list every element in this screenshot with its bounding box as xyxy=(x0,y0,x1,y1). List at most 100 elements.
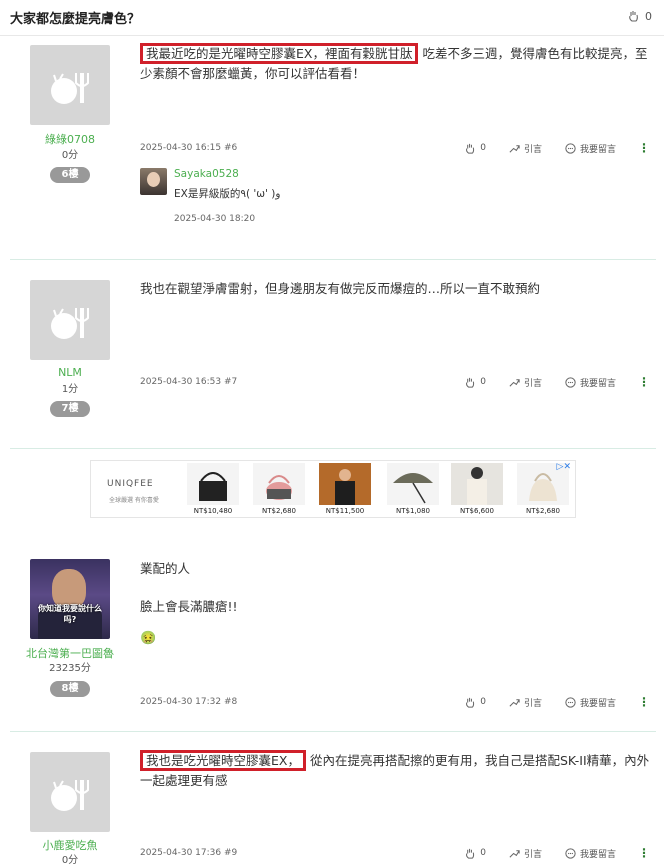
topic-title: 大家都怎麼提亮膚色？ xyxy=(10,12,141,27)
comment-icon xyxy=(565,142,576,154)
more-options-icon[interactable]: ⋮ xyxy=(638,375,650,389)
floor-badge: 6樓 xyxy=(50,167,90,183)
ad-product[interactable]: NT$6,600 xyxy=(451,463,503,517)
reply-username[interactable]: Sayaka0528 xyxy=(174,168,239,180)
user-score: 0分 xyxy=(61,150,79,161)
product-price: NT$2,680 xyxy=(525,507,560,515)
post-meta: 2025-04-30 17:36 #9 xyxy=(140,848,238,858)
like-button[interactable]: 0 xyxy=(464,376,486,389)
floor-badge: 7樓 xyxy=(50,401,90,417)
username[interactable]: 綠綠0708 xyxy=(10,131,130,147)
comment-button[interactable]: 我要留言 xyxy=(564,847,616,860)
avatar[interactable] xyxy=(30,45,110,125)
post-actions: 0 引言 我要留言 ⋮ xyxy=(442,846,650,860)
quote-label: 引言 xyxy=(523,849,542,860)
ad-brand-tagline: 全球嚴選 有你喜愛 xyxy=(109,497,159,504)
comment-label: 我要留言 xyxy=(579,849,616,860)
product-image xyxy=(187,463,239,505)
comment-label: 我要留言 xyxy=(579,698,616,709)
more-options-icon[interactable]: ⋮ xyxy=(638,846,650,860)
topic-like-count: 0 xyxy=(645,9,652,23)
product-image xyxy=(319,463,371,505)
post-actions: 0 引言 我要留言 ⋮ xyxy=(442,141,650,155)
topic-header: 大家都怎麼提亮膚色？ 0 xyxy=(0,0,664,36)
umbrella-icon xyxy=(393,473,433,504)
user-score: 1分 xyxy=(61,384,79,395)
bag-icon xyxy=(199,472,227,501)
clap-icon xyxy=(466,377,475,388)
like-count: 0 xyxy=(480,143,486,153)
quote-icon xyxy=(509,144,520,153)
post-actions: 0 引言 我要留言 ⋮ xyxy=(442,695,650,709)
product-price: NT$6,600 xyxy=(459,507,494,515)
avatar[interactable] xyxy=(30,280,110,360)
product-price: NT$10,480 xyxy=(193,507,233,515)
ad-brand-logo: UNIQFEE xyxy=(107,479,154,489)
quote-button[interactable]: 引言 xyxy=(508,696,542,709)
avatar-caption: 你知道我要說什么吗? xyxy=(38,604,102,624)
post-meta: 2025-04-30 17:32 #8 xyxy=(140,697,238,707)
comment-label: 我要留言 xyxy=(579,378,616,389)
post-actions: 0 引言 我要留言 ⋮ xyxy=(442,375,650,389)
post-divider xyxy=(10,448,656,449)
reply-avatar[interactable] xyxy=(140,168,167,195)
product-image xyxy=(253,463,305,505)
quote-icon xyxy=(509,378,520,387)
ad-product[interactable]: NT$1,080 xyxy=(387,463,439,517)
product-price: NT$2,680 xyxy=(261,507,296,515)
clap-icon xyxy=(466,143,475,154)
highlighted-text: 我也是吃光曜時空膠囊EX， xyxy=(140,750,306,771)
floor-badge: 8樓 xyxy=(50,681,90,697)
emoji-sticker: 🤢 xyxy=(140,631,157,646)
more-options-icon[interactable]: ⋮ xyxy=(638,695,650,709)
ad-product[interactable]: NT$10,480 xyxy=(187,463,239,517)
ad-product[interactable]: NT$11,500 xyxy=(319,463,371,517)
post-meta: 2025-04-30 16:53 #7 xyxy=(140,377,238,387)
more-options-icon[interactable]: ⋮ xyxy=(638,141,650,155)
post-text: 臉上會長滿膿瘡!! xyxy=(140,599,238,614)
default-avatar-icon xyxy=(51,73,89,104)
post-content: 我也是吃光曜時空膠囊EX， 從內在提亮再搭配擦的更有用，我自己是搭配SK-II精… xyxy=(140,750,656,791)
avatar[interactable] xyxy=(30,752,110,832)
like-count: 0 xyxy=(480,377,486,387)
username[interactable]: NLM xyxy=(10,366,130,379)
quote-button[interactable]: 引言 xyxy=(508,376,542,389)
avatar[interactable]: 你知道我要說什么吗? xyxy=(30,559,110,639)
reply-time: 2025-04-30 18:20 xyxy=(174,214,256,224)
post-content: 業配的人 臉上會長滿膿瘡!! 🤢 xyxy=(140,559,656,649)
like-button[interactable]: 0 xyxy=(464,142,486,155)
quote-label: 引言 xyxy=(523,378,542,389)
ad-close-icon[interactable]: ▷✕ xyxy=(557,462,571,472)
quote-button[interactable]: 引言 xyxy=(508,142,542,155)
default-avatar-icon xyxy=(51,308,89,339)
comment-button[interactable]: 我要留言 xyxy=(564,376,616,389)
like-button[interactable]: 0 xyxy=(464,847,486,860)
comment-icon xyxy=(565,696,576,708)
user-score: 23235分 xyxy=(49,663,91,674)
product-price: NT$11,500 xyxy=(325,507,365,515)
comment-button[interactable]: 我要留言 xyxy=(564,142,616,155)
post-content: 我也在觀望淨膚雷射，但身邊朋友有做完反而爆痘的…所以一直不敢預約 xyxy=(140,281,541,296)
comment-label: 我要留言 xyxy=(579,144,616,155)
default-avatar-icon xyxy=(51,780,89,811)
comment-button[interactable]: 我要留言 xyxy=(564,696,616,709)
reply-text: EX是昇級版的٩( 'ω' )و xyxy=(174,188,281,200)
clap-icon xyxy=(466,697,475,708)
topic-like-button[interactable]: 0 xyxy=(627,9,652,23)
highlighted-text: 我最近吃的是光曜時空膠囊EX，裡面有穀胱甘肽 xyxy=(140,43,419,64)
quote-label: 引言 xyxy=(523,698,542,709)
like-button[interactable]: 0 xyxy=(464,696,486,709)
ad-banner[interactable]: UNIQFEE 全球嚴選 有你喜愛 NT$10,480 NT$2,680 NT$… xyxy=(90,460,576,518)
post-text: 業配的人 xyxy=(140,561,191,576)
model-icon xyxy=(335,469,355,505)
ad-product[interactable]: NT$2,680 xyxy=(253,463,305,517)
post-content: 我最近吃的是光曜時空膠囊EX，裡面有穀胱甘肽 吃差不多三週，覺得膚色有比較提亮，… xyxy=(140,43,656,84)
user-score: 0分 xyxy=(61,855,79,866)
quote-button[interactable]: 引言 xyxy=(508,847,542,860)
comment-icon xyxy=(565,847,576,859)
like-count: 0 xyxy=(480,697,486,707)
product-price: NT$1,080 xyxy=(395,507,430,515)
comment-icon xyxy=(565,376,576,388)
like-count: 0 xyxy=(480,848,486,858)
bag-icon xyxy=(266,475,292,500)
